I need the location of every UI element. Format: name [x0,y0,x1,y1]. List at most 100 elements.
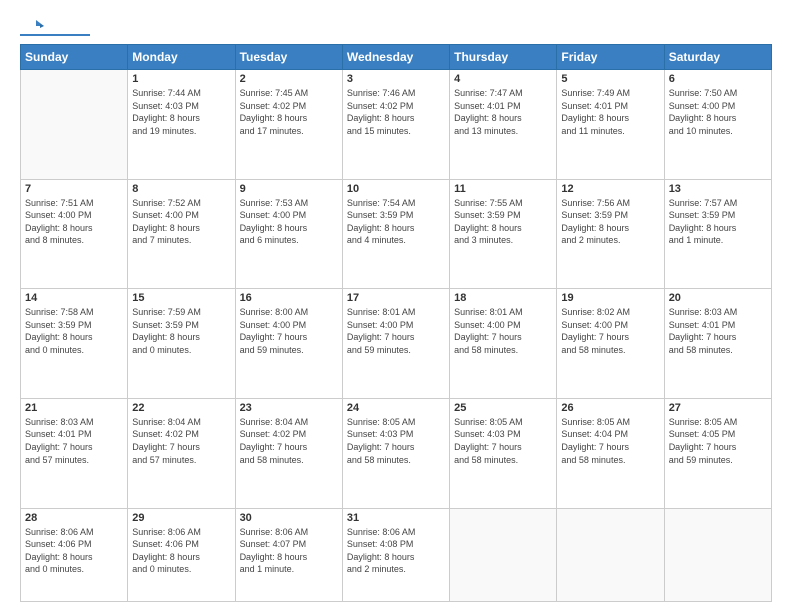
day-number: 10 [347,183,445,195]
weekday-header-monday: Monday [128,45,235,70]
calendar-cell: 8 Sunrise: 7:52 AM Sunset: 4:00 PM Daylig… [128,179,235,289]
day-number: 27 [669,402,767,414]
calendar-cell: 30 Sunrise: 8:06 AM Sunset: 4:07 PM Dayli… [235,508,342,602]
calendar-cell: 23 Sunrise: 8:04 AM Sunset: 4:02 PM Dayli… [235,398,342,508]
day-number: 28 [25,512,123,524]
day-info: Sunrise: 7:50 AM Sunset: 4:00 PM Dayligh… [669,87,767,137]
header [20,16,772,36]
calendar-cell: 22 Sunrise: 8:04 AM Sunset: 4:02 PM Dayli… [128,398,235,508]
day-info: Sunrise: 7:56 AM Sunset: 3:59 PM Dayligh… [561,197,659,247]
day-number: 19 [561,292,659,304]
calendar-cell: 7 Sunrise: 7:51 AM Sunset: 4:00 PM Daylig… [21,179,128,289]
day-number: 8 [132,183,230,195]
day-info: Sunrise: 8:05 AM Sunset: 4:05 PM Dayligh… [669,416,767,466]
day-info: Sunrise: 8:06 AM Sunset: 4:07 PM Dayligh… [240,526,338,576]
calendar-week-row: 21 Sunrise: 8:03 AM Sunset: 4:01 PM Dayli… [21,398,772,508]
day-info: Sunrise: 8:06 AM Sunset: 4:06 PM Dayligh… [132,526,230,576]
day-number: 25 [454,402,552,414]
calendar-cell: 5Sunrise: 7:49 AM Sunset: 4:01 PM Daylig… [557,70,664,180]
day-number: 31 [347,512,445,524]
weekday-header-tuesday: Tuesday [235,45,342,70]
day-number: 16 [240,292,338,304]
calendar-week-row: 7 Sunrise: 7:51 AM Sunset: 4:00 PM Daylig… [21,179,772,289]
day-number: 13 [669,183,767,195]
day-info: Sunrise: 7:53 AM Sunset: 4:00 PM Dayligh… [240,197,338,247]
calendar-cell [21,70,128,180]
day-number: 12 [561,183,659,195]
day-info: Sunrise: 7:51 AM Sunset: 4:00 PM Dayligh… [25,197,123,247]
day-info: Sunrise: 8:04 AM Sunset: 4:02 PM Dayligh… [132,416,230,466]
calendar-cell [557,508,664,602]
calendar-cell: 18 Sunrise: 8:01 AM Sunset: 4:00 PM Dayli… [450,289,557,399]
calendar-cell [450,508,557,602]
day-info: Sunrise: 8:05 AM Sunset: 4:03 PM Dayligh… [347,416,445,466]
calendar-cell: 28 Sunrise: 8:06 AM Sunset: 4:06 PM Dayli… [21,508,128,602]
calendar-cell: 2Sunrise: 7:45 AM Sunset: 4:02 PM Daylig… [235,70,342,180]
calendar-cell: 25 Sunrise: 8:05 AM Sunset: 4:03 PM Dayli… [450,398,557,508]
calendar-cell: 14 Sunrise: 7:58 AM Sunset: 3:59 PM Dayli… [21,289,128,399]
day-number: 4 [454,73,552,85]
day-info: Sunrise: 7:44 AM Sunset: 4:03 PM Dayligh… [132,87,230,137]
day-info: Sunrise: 8:05 AM Sunset: 4:04 PM Dayligh… [561,416,659,466]
calendar-cell: 9 Sunrise: 7:53 AM Sunset: 4:00 PM Daylig… [235,179,342,289]
day-info: Sunrise: 8:01 AM Sunset: 4:00 PM Dayligh… [347,306,445,356]
day-number: 7 [25,183,123,195]
calendar-cell: 12 Sunrise: 7:56 AM Sunset: 3:59 PM Dayli… [557,179,664,289]
day-info: Sunrise: 7:52 AM Sunset: 4:00 PM Dayligh… [132,197,230,247]
day-info: Sunrise: 7:47 AM Sunset: 4:01 PM Dayligh… [454,87,552,137]
weekday-header-row: SundayMondayTuesdayWednesdayThursdayFrid… [21,45,772,70]
calendar-week-row: 28 Sunrise: 8:06 AM Sunset: 4:06 PM Dayli… [21,508,772,602]
calendar-cell: 3Sunrise: 7:46 AM Sunset: 4:02 PM Daylig… [342,70,449,180]
weekday-header-sunday: Sunday [21,45,128,70]
day-info: Sunrise: 8:03 AM Sunset: 4:01 PM Dayligh… [25,416,123,466]
day-number: 15 [132,292,230,304]
day-info: Sunrise: 7:55 AM Sunset: 3:59 PM Dayligh… [454,197,552,247]
calendar-cell: 16 Sunrise: 8:00 AM Sunset: 4:00 PM Dayli… [235,289,342,399]
calendar-cell: 21 Sunrise: 8:03 AM Sunset: 4:01 PM Dayli… [21,398,128,508]
calendar-cell: 31Sunrise: 8:06 AM Sunset: 4:08 PM Dayli… [342,508,449,602]
weekday-header-friday: Friday [557,45,664,70]
day-number: 6 [669,73,767,85]
logo [20,16,92,36]
calendar-cell: 20Sunrise: 8:03 AM Sunset: 4:01 PM Dayli… [664,289,771,399]
calendar-cell: 4 Sunrise: 7:47 AM Sunset: 4:01 PM Daylig… [450,70,557,180]
day-info: Sunrise: 8:00 AM Sunset: 4:00 PM Dayligh… [240,306,338,356]
day-info: Sunrise: 8:04 AM Sunset: 4:02 PM Dayligh… [240,416,338,466]
calendar-cell: 17 Sunrise: 8:01 AM Sunset: 4:00 PM Dayli… [342,289,449,399]
day-number: 9 [240,183,338,195]
day-number: 23 [240,402,338,414]
calendar-cell: 19 Sunrise: 8:02 AM Sunset: 4:00 PM Dayli… [557,289,664,399]
calendar-cell: 24 Sunrise: 8:05 AM Sunset: 4:03 PM Dayli… [342,398,449,508]
day-info: Sunrise: 8:06 AM Sunset: 4:06 PM Dayligh… [25,526,123,576]
day-number: 18 [454,292,552,304]
calendar-table: SundayMondayTuesdayWednesdayThursdayFrid… [20,44,772,602]
day-number: 17 [347,292,445,304]
day-info: Sunrise: 7:57 AM Sunset: 3:59 PM Dayligh… [669,197,767,247]
day-info: Sunrise: 7:45 AM Sunset: 4:02 PM Dayligh… [240,87,338,137]
calendar-cell: 10 Sunrise: 7:54 AM Sunset: 3:59 PM Dayli… [342,179,449,289]
day-number: 22 [132,402,230,414]
calendar-cell: 1 Sunrise: 7:44 AM Sunset: 4:03 PM Daylig… [128,70,235,180]
day-number: 24 [347,402,445,414]
weekday-header-thursday: Thursday [450,45,557,70]
day-number: 30 [240,512,338,524]
day-number: 29 [132,512,230,524]
day-info: Sunrise: 7:54 AM Sunset: 3:59 PM Dayligh… [347,197,445,247]
day-info: Sunrise: 8:01 AM Sunset: 4:00 PM Dayligh… [454,306,552,356]
calendar-cell: 11Sunrise: 7:55 AM Sunset: 3:59 PM Dayli… [450,179,557,289]
day-number: 1 [132,73,230,85]
calendar-cell: 27 Sunrise: 8:05 AM Sunset: 4:05 PM Dayli… [664,398,771,508]
calendar-cell: 29 Sunrise: 8:06 AM Sunset: 4:06 PM Dayli… [128,508,235,602]
day-info: Sunrise: 8:05 AM Sunset: 4:03 PM Dayligh… [454,416,552,466]
day-number: 21 [25,402,123,414]
day-info: Sunrise: 8:02 AM Sunset: 4:00 PM Dayligh… [561,306,659,356]
calendar-cell: 13 Sunrise: 7:57 AM Sunset: 3:59 PM Dayli… [664,179,771,289]
calendar-cell: 15 Sunrise: 7:59 AM Sunset: 3:59 PM Dayli… [128,289,235,399]
calendar-cell [664,508,771,602]
day-info: Sunrise: 7:59 AM Sunset: 3:59 PM Dayligh… [132,306,230,356]
day-info: Sunrise: 7:58 AM Sunset: 3:59 PM Dayligh… [25,306,123,356]
calendar-week-row: 1 Sunrise: 7:44 AM Sunset: 4:03 PM Daylig… [21,70,772,180]
day-number: 14 [25,292,123,304]
day-info: Sunrise: 7:46 AM Sunset: 4:02 PM Dayligh… [347,87,445,137]
day-number: 5 [561,73,659,85]
